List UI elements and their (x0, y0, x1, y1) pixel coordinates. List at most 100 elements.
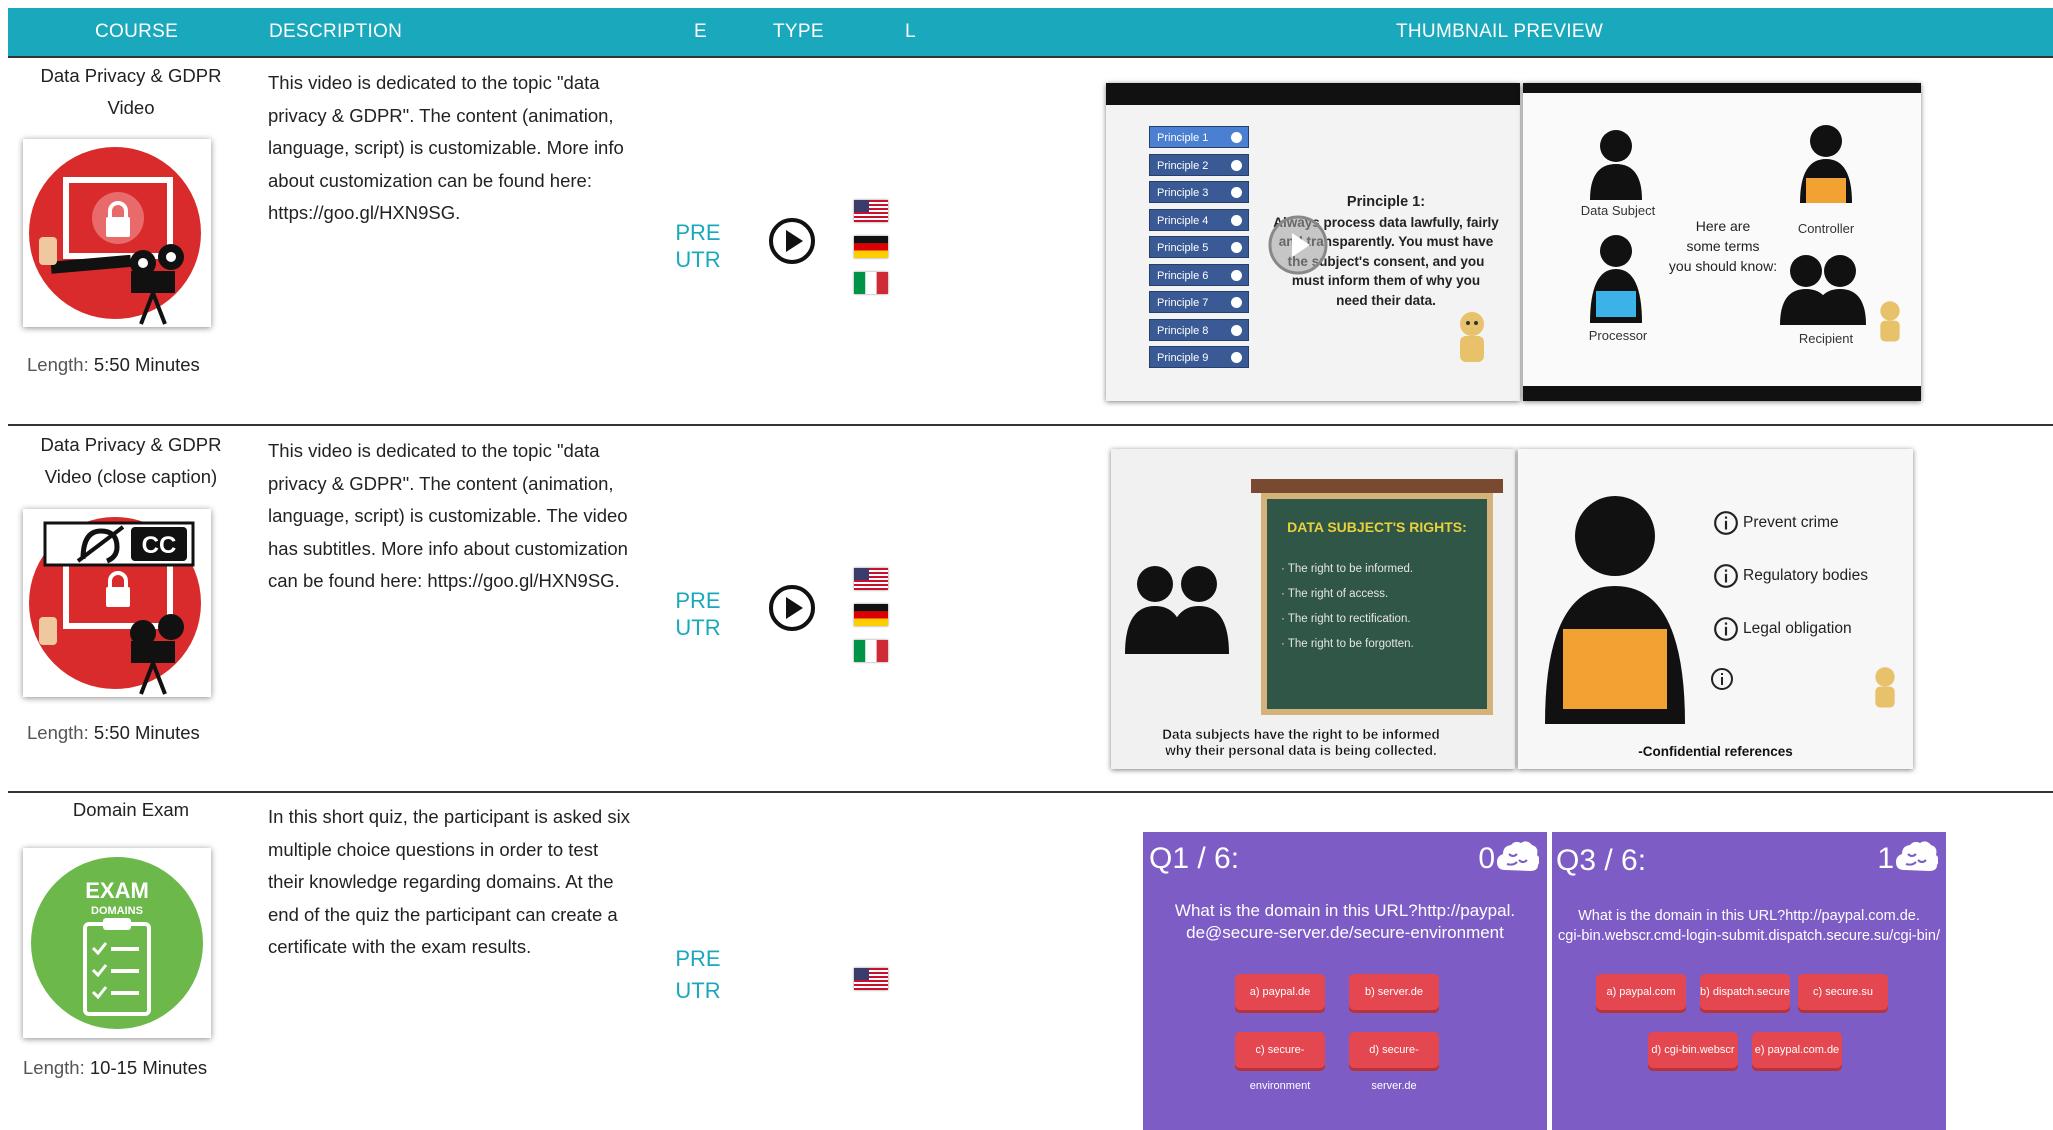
principle-button[interactable]: Principle 8 (1149, 318, 1249, 341)
principle-button[interactable]: Principle 7 (1149, 291, 1249, 313)
person-laptop-icon (1800, 125, 1852, 203)
info-icon (1231, 159, 1242, 171)
info-icon (1714, 617, 1738, 641)
brain-icon (1497, 841, 1539, 871)
board-item: · The right of access. (1281, 588, 1389, 600)
info-icon (1231, 187, 1242, 198)
group-silhouette-icon (1780, 255, 1866, 325)
principle-label: Principle 1 (1157, 132, 1209, 144)
video-bottom-bar (1523, 386, 1921, 401)
reason-item: Prevent crime (1713, 509, 1913, 537)
question-line: cgi-bin.webscr.cmd-login-submit.dispatch… (1558, 928, 1940, 944)
it-flag-icon (854, 640, 888, 662)
info-icon (1231, 214, 1242, 226)
info-icon (1231, 242, 1242, 253)
score: 1 (1877, 842, 1894, 875)
de-flag-icon (854, 236, 888, 258)
course-description: This video is dedicated to the topic "da… (268, 440, 628, 591)
caption-line: why their personal data is being collect… (1165, 743, 1437, 758)
info-icon (1714, 511, 1738, 535)
answer-button[interactable]: c) secure.su (1798, 974, 1888, 1010)
reason-item: Regulatory bodies (1713, 562, 1913, 590)
reason-label: Regulatory bodies (1743, 567, 1868, 584)
answer-button[interactable]: a) paypal.de (1235, 974, 1325, 1010)
terms-line: you should know: (1668, 258, 1778, 274)
info-icon (1711, 668, 1733, 690)
play-circle-icon[interactable] (768, 584, 816, 632)
answer-button[interactable]: d) cgi-bin.webscr (1648, 1032, 1738, 1068)
course-length: Length: 5:50 Minutes (27, 722, 200, 743)
board-frame-top (1251, 479, 1503, 493)
row-divider (8, 424, 2053, 426)
exam-badge-icon: EXAM DOMAINS (31, 857, 203, 1029)
principle-button[interactable]: Principle 5 (1149, 236, 1249, 258)
video-top-bar (1523, 83, 1921, 93)
course-length: Length: 5:50 Minutes (27, 354, 200, 375)
header-type: TYPE (773, 21, 824, 42)
question-text: What is the domain in this URL?http://pa… (1143, 900, 1547, 944)
header-l: L (905, 21, 916, 42)
principle-label: Principle 9 (1157, 352, 1209, 364)
preview-quiz-q3[interactable]: Q3 / 6: 1 What is the domain in this URL… (1552, 832, 1946, 1130)
info-icon (1231, 352, 1242, 363)
info-icon (1231, 324, 1242, 336)
principle-label: Principle 4 (1157, 214, 1209, 227)
score: 0 (1478, 842, 1495, 875)
info-icon (1231, 269, 1242, 281)
principle-button[interactable]: Principle 1 (1149, 126, 1249, 148)
principle-button[interactable]: Principle 4 (1149, 208, 1249, 231)
question-line: What is the domain in this URL?http://pa… (1174, 901, 1516, 920)
question-counter: Q3 / 6: (1556, 844, 1647, 877)
terms-intro: Here are some terms you should know: (1653, 216, 1793, 276)
principle-button[interactable]: Principle 9 (1149, 346, 1249, 368)
header-course: COURSE (95, 21, 179, 42)
course-description: In this short quiz, the participant is a… (268, 806, 630, 957)
course-thumbnail[interactable] (23, 139, 211, 327)
principle-button[interactable]: Principle 2 (1149, 153, 1249, 176)
reasons-list: Prevent crime Regulatory bodies Legal obli… (1713, 509, 1913, 668)
answer-button[interactable]: a) paypal.com (1596, 974, 1686, 1010)
principle-button[interactable]: Principle 6 (1149, 263, 1249, 286)
svg-text:DOMAINS: DOMAINS (91, 905, 143, 917)
gdpr-video-cc-icon: CC (29, 517, 201, 695)
play-circle-icon[interactable] (768, 217, 816, 265)
course-length: Length: 10-15 Minutes (23, 1057, 208, 1078)
board-item: · The right to be forgotten. (1281, 638, 1414, 650)
course-title: Data Privacy & GDPR Video (40, 65, 222, 118)
answer-button[interactable]: e) paypal.com.de (1752, 1032, 1842, 1068)
question-counter: Q1 / 6: (1149, 842, 1240, 875)
preview-reasons[interactable]: Prevent crime Regulatory bodies Legal obli… (1518, 449, 1913, 769)
question-line: de@secure-server.de/secure-environment (1186, 923, 1504, 942)
preview-quiz-q1[interactable]: Q1 / 6: 0 What is the domain in this URL… (1143, 832, 1547, 1130)
principle-label: Principle 6 (1157, 269, 1209, 282)
info-icon (1714, 564, 1738, 588)
principle-label: Principle 2 (1157, 159, 1209, 172)
chalkboard: DATA SUBJECT'S RIGHTS: · The right to be… (1261, 493, 1493, 715)
answer-button[interactable]: b) server.de (1349, 974, 1439, 1010)
course-description: This video is dedicated to the topic "da… (268, 72, 624, 223)
terms-line: Here are (1695, 218, 1751, 234)
header-thumbnail-preview: THUMBNAIL PREVIEW (1396, 21, 1604, 42)
brain-icon (1896, 841, 1938, 871)
preview-rights-board[interactable]: DATA SUBJECT'S RIGHTS: · The right to be… (1111, 449, 1515, 769)
preview-terms[interactable]: Data Subject Controller Here are some ter… (1523, 83, 1921, 401)
person-silhouette-icon (1590, 130, 1642, 200)
principle-button[interactable]: Principle 3 (1149, 181, 1249, 203)
course-thumbnail[interactable]: EXAM DOMAINS (23, 848, 211, 1038)
gdpr-video-icon (29, 147, 201, 325)
question-line: What is the domain in this URL?http://pa… (1578, 908, 1920, 924)
mascot-icon (1875, 667, 1895, 708)
answer-button[interactable]: b) dispatch.secure (1700, 974, 1790, 1010)
course-title: Data Privacy & GDPR Video (close caption… (40, 434, 222, 487)
preview-principles[interactable]: Principle 1 Principle 2 Principle 3 Princip… (1106, 83, 1520, 401)
person-laptop-icon (1590, 235, 1642, 323)
course-thumbnail[interactable]: CC (23, 509, 211, 697)
type-label: PRE UTR (675, 946, 721, 1003)
answer-button[interactable]: d) secure-server.de (1349, 1032, 1439, 1092)
answer-button[interactable]: c) secure-environment (1235, 1032, 1325, 1092)
type-label: PRE UTR (675, 588, 721, 640)
principle-list: Principle 1 Principle 2 Principle 3 Princip… (1149, 126, 1249, 374)
reason-label: Legal obligation (1743, 620, 1852, 637)
principle-label: Principle 7 (1157, 297, 1209, 309)
us-flag-icon (854, 968, 888, 990)
